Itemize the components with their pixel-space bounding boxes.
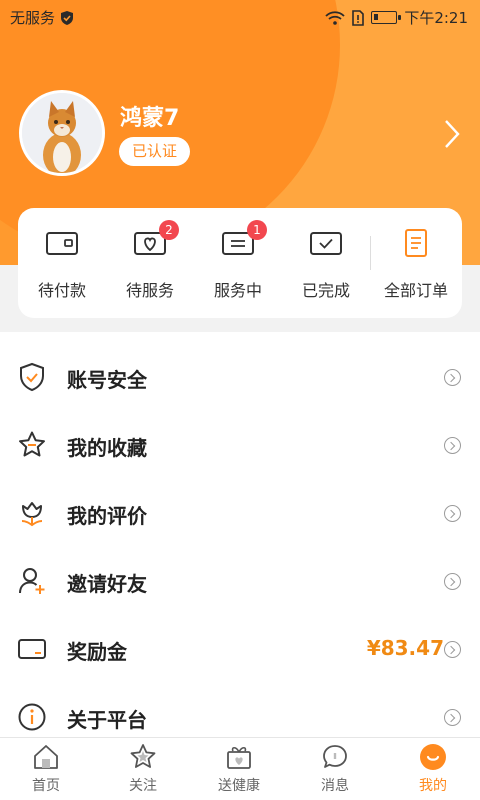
home-icon (34, 745, 58, 769)
carrier-text: 无服务 (10, 9, 56, 27)
tab-send-health[interactable]: 送健康 (199, 743, 279, 795)
star-icon (130, 744, 156, 768)
menu-label: 邀请好友 (67, 572, 147, 596)
bottom-tab-bar: 首页 关注 送健康 消息 我的 (0, 737, 480, 800)
menu-label: 关于平台 (67, 708, 147, 732)
divider (370, 236, 371, 270)
count-badge: 2 (159, 220, 179, 240)
wallet-icon (18, 639, 46, 659)
menu-item-rewards[interactable]: 奖励金 ¥83.47 (0, 616, 480, 684)
info-icon (18, 703, 46, 731)
menu-item-account-security[interactable]: 账号安全 (0, 344, 480, 412)
wallet-icon (46, 232, 78, 255)
battery-icon (371, 11, 402, 24)
chevron-right-icon (444, 437, 461, 454)
verified-badge: 已认证 (119, 137, 191, 166)
tab-mine[interactable]: 我的 (393, 743, 473, 795)
menu-label: 奖励金 (67, 640, 127, 664)
avatar[interactable] (19, 90, 105, 176)
document-icon (405, 229, 427, 257)
menu-label: 我的评价 (67, 504, 147, 528)
cat-avatar-image (22, 93, 102, 173)
tab-label: 我的 (419, 778, 447, 794)
star-icon (19, 431, 45, 457)
shield-icon (61, 10, 74, 25)
chevron-right-icon (444, 641, 461, 658)
order-in-service[interactable]: 1 服务中 (196, 220, 280, 301)
chevron-right-icon[interactable] (440, 118, 464, 150)
order-all[interactable]: 全部订单 (374, 228, 458, 301)
order-pending-service[interactable]: 2 待服务 (108, 220, 192, 301)
tab-label: 送健康 (218, 778, 260, 794)
order-pending-payment[interactable]: 待付款 (20, 228, 104, 301)
menu-label: 账号安全 (67, 368, 147, 392)
order-label: 已完成 (301, 281, 350, 300)
status-bar: 无服务 下午2:21 (0, 0, 480, 34)
wifi-icon (325, 10, 345, 25)
menu-item-invite-friends[interactable]: 邀请好友 (0, 548, 480, 616)
tab-label: 关注 (129, 778, 157, 794)
username: 鸿蒙7 (120, 106, 180, 131)
reward-balance: ¥83.47 (366, 636, 444, 660)
chevron-right-icon (444, 369, 461, 386)
order-card: 待付款 2 待服务 1 服务中 已完成 全部订单 (18, 208, 462, 318)
chevron-right-icon (444, 573, 461, 590)
tab-home[interactable]: 首页 (6, 743, 86, 795)
tab-label: 首页 (32, 778, 60, 794)
settings-menu: 账号安全 我的收藏 我的评价 邀请好友 奖励金 ¥83.47 关于平台 (0, 332, 480, 737)
tab-messages[interactable]: 消息 (295, 743, 375, 795)
gift-icon (227, 746, 251, 769)
order-label: 全部订单 (383, 281, 448, 300)
status-time: 下午2:21 (404, 9, 468, 27)
sim-alert-icon (352, 9, 365, 26)
menu-item-my-reviews[interactable]: 我的评价 (0, 480, 480, 548)
profile-icon (420, 744, 446, 770)
chevron-right-icon (444, 505, 461, 522)
chevron-right-icon (444, 709, 461, 726)
shield-check-icon (20, 362, 44, 392)
menu-item-favorites[interactable]: 我的收藏 (0, 412, 480, 480)
tab-follow[interactable]: 关注 (103, 743, 183, 795)
message-icon (323, 745, 347, 768)
tulip-icon (21, 502, 43, 527)
order-label: 服务中 (213, 281, 262, 300)
order-label: 待服务 (125, 281, 174, 300)
count-badge: 1 (247, 220, 267, 240)
add-user-icon (19, 568, 45, 594)
tab-label: 消息 (321, 778, 349, 794)
check-box-icon (310, 232, 342, 255)
order-completed[interactable]: 已完成 (284, 228, 368, 301)
menu-label: 我的收藏 (67, 436, 147, 460)
order-label: 待付款 (37, 281, 86, 300)
